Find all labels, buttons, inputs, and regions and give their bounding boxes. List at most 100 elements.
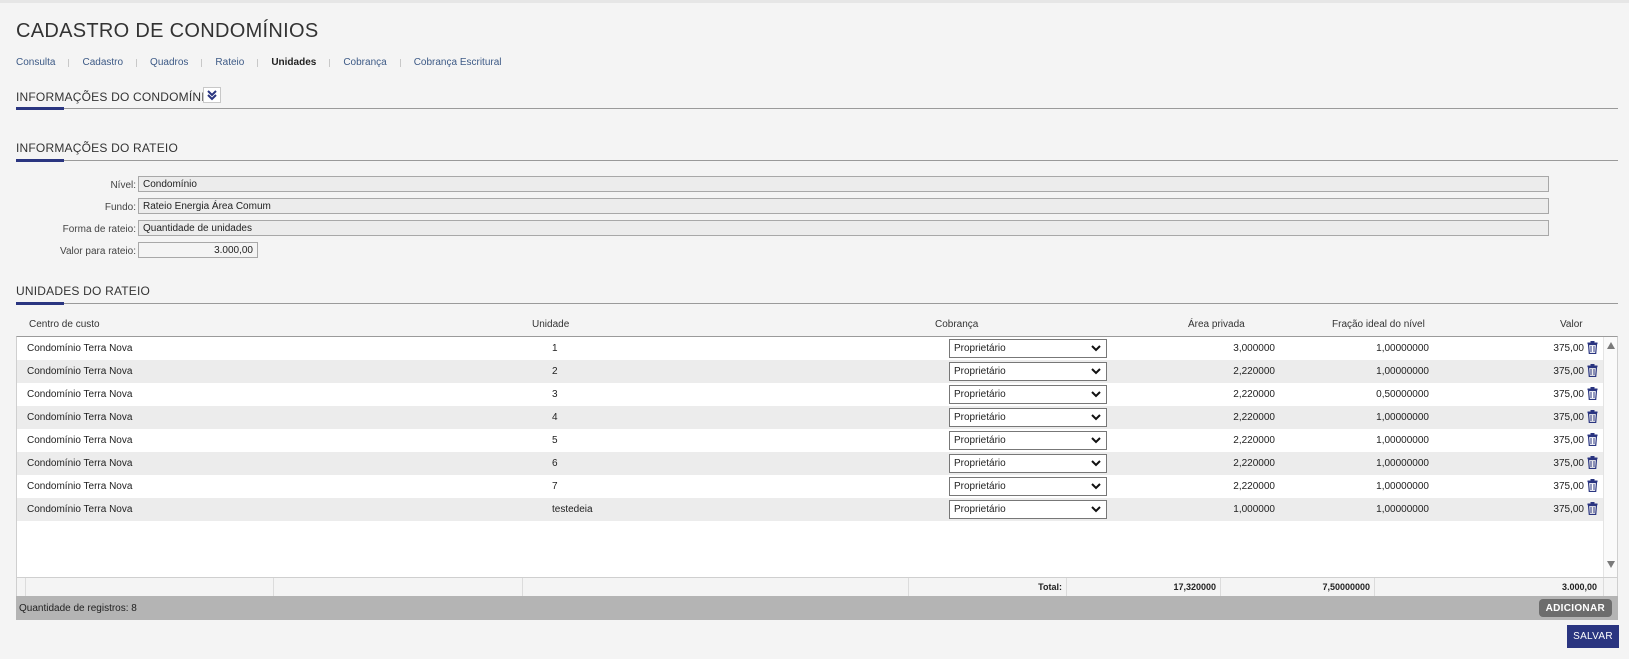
trash-icon[interactable] bbox=[1587, 341, 1598, 354]
forma-rateio-label: Forma de rateio: bbox=[62, 224, 136, 235]
save-button[interactable]: SALVAR bbox=[1567, 625, 1619, 648]
cell-area: 2,220000 bbox=[1233, 412, 1275, 423]
cell-fracao: 1,00000000 bbox=[1376, 412, 1429, 423]
cell-area: 2,220000 bbox=[1233, 435, 1275, 446]
nivel-label: Nível: bbox=[110, 180, 136, 191]
tab-quadros[interactable]: Quadros bbox=[150, 57, 188, 68]
section-accent bbox=[16, 107, 64, 110]
add-button[interactable]: ADICIONAR bbox=[1538, 599, 1612, 617]
table-row[interactable]: Condomínio Terra Nova 2 Proprietário 2,2200… bbox=[17, 360, 1603, 383]
tab-cadastro[interactable]: Cadastro bbox=[82, 57, 123, 68]
table-row[interactable]: Condomínio Terra Nova 4 Proprietário 2,2200… bbox=[17, 406, 1603, 429]
table-row[interactable]: Condomínio Terra Nova 3 Proprietário 2,2200… bbox=[17, 383, 1603, 406]
cell-area: 2,220000 bbox=[1233, 458, 1275, 469]
section-title-condominio: INFORMAÇÕES DO CONDOMÍNIO bbox=[16, 90, 215, 104]
chevron-down-icon bbox=[1091, 391, 1101, 398]
tab-separator bbox=[399, 58, 401, 67]
nivel-field[interactable]: Condomínio bbox=[138, 176, 1549, 192]
cobranca-select-value: Proprietário bbox=[954, 481, 1006, 492]
cobranca-select[interactable]: Proprietário bbox=[949, 477, 1107, 496]
grid-body: Condomínio Terra Nova testedeia Proprietár… bbox=[16, 336, 1618, 578]
page-title: CADASTRO DE CONDOMÍNIOS bbox=[16, 20, 319, 42]
section-title-rateio: INFORMAÇÕES DO RATEIO bbox=[16, 141, 178, 155]
tab-consulta[interactable]: Consulta bbox=[16, 57, 55, 68]
trash-icon[interactable] bbox=[1587, 502, 1598, 515]
chevron-down-icon bbox=[1091, 483, 1101, 490]
column-header-area[interactable]: Área privada bbox=[1188, 319, 1245, 330]
cobranca-select[interactable]: Proprietário bbox=[949, 362, 1107, 381]
triangle-up-icon[interactable] bbox=[1607, 342, 1615, 349]
cobranca-select[interactable]: Proprietário bbox=[949, 431, 1107, 450]
double-chevron-down-icon bbox=[207, 90, 217, 101]
trash-icon[interactable] bbox=[1587, 364, 1598, 377]
trash-icon[interactable] bbox=[1587, 410, 1598, 423]
column-header-centro[interactable]: Centro de custo bbox=[29, 319, 100, 330]
cell-valor: 375,00 bbox=[1553, 366, 1584, 377]
cobranca-select[interactable]: Proprietário bbox=[949, 454, 1107, 473]
tab-bar: Consulta Cadastro Quadros Rateio Unidade… bbox=[16, 57, 502, 68]
column-header-fracao[interactable]: Fração ideal do nível bbox=[1332, 319, 1425, 330]
cobranca-select[interactable]: Proprietário bbox=[949, 339, 1107, 358]
cobranca-select-value: Proprietário bbox=[954, 389, 1006, 400]
top-border bbox=[0, 0, 1629, 3]
column-header-valor[interactable]: Valor bbox=[1560, 319, 1583, 330]
chevron-down-icon bbox=[1091, 414, 1101, 421]
cell-centro: Condomínio Terra Nova bbox=[27, 504, 133, 515]
section-divider bbox=[16, 108, 1618, 109]
grid-header: Centro de custo Unidade Cobrança Área pr… bbox=[16, 308, 1618, 336]
trash-icon[interactable] bbox=[1587, 456, 1598, 469]
column-divider bbox=[908, 578, 909, 596]
cobranca-select[interactable]: Proprietário bbox=[949, 500, 1107, 519]
table-row[interactable]: Condomínio Terra Nova 5 Proprietário 2,2200… bbox=[17, 429, 1603, 452]
cobranca-select-value: Proprietário bbox=[954, 343, 1006, 354]
column-divider bbox=[1603, 578, 1604, 596]
cell-fracao: 1,00000000 bbox=[1376, 504, 1429, 515]
cell-unidade: 4 bbox=[552, 412, 558, 423]
table-row[interactable]: Condomínio Terra Nova 6 Proprietário 2,2200… bbox=[17, 452, 1603, 475]
column-header-cobranca[interactable]: Cobrança bbox=[935, 319, 978, 330]
totals-label: Total: bbox=[1038, 582, 1062, 592]
cell-centro: Condomínio Terra Nova bbox=[27, 412, 133, 423]
cell-valor: 375,00 bbox=[1553, 343, 1584, 354]
cobranca-select-value: Proprietário bbox=[954, 412, 1006, 423]
cell-fracao: 1,00000000 bbox=[1376, 435, 1429, 446]
section-title-unidades: UNIDADES DO RATEIO bbox=[16, 284, 151, 298]
trash-icon[interactable] bbox=[1587, 479, 1598, 492]
table-row[interactable]: Condomínio Terra Nova 7 Proprietário 2,2200… bbox=[17, 475, 1603, 498]
valor-rateio-field[interactable]: 3.000,00 bbox=[138, 242, 258, 258]
tab-unidades[interactable]: Unidades bbox=[271, 57, 316, 68]
forma-rateio-field[interactable]: Quantidade de unidades bbox=[138, 220, 1549, 236]
cell-unidade: testedeia bbox=[552, 504, 593, 515]
triangle-down-icon[interactable] bbox=[1607, 561, 1615, 568]
column-divider bbox=[1066, 578, 1067, 596]
vertical-scrollbar[interactable] bbox=[1603, 337, 1617, 577]
trash-icon[interactable] bbox=[1587, 387, 1598, 400]
cobranca-select[interactable]: Proprietário bbox=[949, 385, 1107, 404]
tab-cobranca[interactable]: Cobrança bbox=[343, 57, 386, 68]
tab-separator bbox=[68, 58, 70, 67]
cobranca-select-value: Proprietário bbox=[954, 504, 1006, 515]
column-divider bbox=[273, 578, 274, 596]
table-row[interactable]: Condomínio Terra Nova testedeia Proprietár… bbox=[17, 498, 1603, 521]
cobranca-select-value: Proprietário bbox=[954, 435, 1006, 446]
tab-separator bbox=[329, 58, 331, 67]
totals-area: 17,320000 bbox=[1173, 582, 1216, 592]
cobranca-select[interactable]: Proprietário bbox=[949, 408, 1107, 427]
tab-separator bbox=[201, 58, 203, 67]
trash-icon[interactable] bbox=[1587, 433, 1598, 446]
cell-centro: Condomínio Terra Nova bbox=[27, 389, 133, 400]
fundo-field[interactable]: Rateio Energia Área Comum bbox=[138, 198, 1549, 214]
record-count: Quantidade de registros: 8 bbox=[19, 603, 137, 614]
tab-rateio[interactable]: Rateio bbox=[215, 57, 244, 68]
column-divider bbox=[25, 578, 26, 596]
tab-cobranca-escritural[interactable]: Cobrança Escritural bbox=[414, 57, 502, 68]
cell-centro: Condomínio Terra Nova bbox=[27, 435, 133, 446]
cell-centro: Condomínio Terra Nova bbox=[27, 481, 133, 492]
expand-section-button[interactable] bbox=[203, 87, 221, 103]
cell-unidade: 6 bbox=[552, 458, 558, 469]
cell-fracao: 1,00000000 bbox=[1376, 343, 1429, 354]
cell-unidade: 2 bbox=[552, 366, 558, 377]
column-header-unidade[interactable]: Unidade bbox=[532, 319, 569, 330]
table-row[interactable]: Condomínio Terra Nova 1 Proprietário 3,0000… bbox=[17, 337, 1603, 360]
chevron-down-icon bbox=[1091, 437, 1101, 444]
